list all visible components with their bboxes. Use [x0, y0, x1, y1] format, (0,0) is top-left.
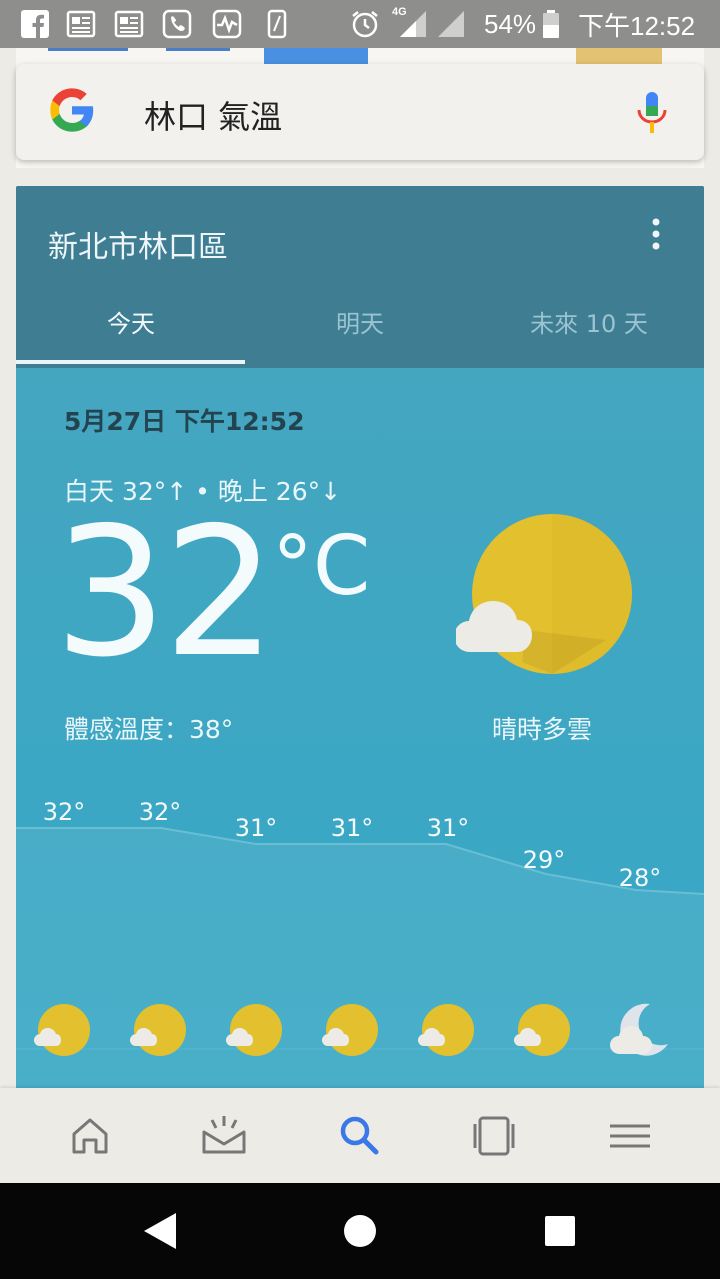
partly-cloudy-sun-icon [322, 1004, 378, 1056]
search-query[interactable]: 林口 氣溫 [144, 92, 282, 138]
location-title: 新北市林口區 [48, 230, 228, 265]
weather-card-header: 新北市林口區 今天 明天 未來 10 天 [16, 186, 704, 368]
home-icon[interactable] [66, 1112, 114, 1160]
system-navigation-bar [0, 1183, 720, 1279]
search-bar[interactable]: 林口 氣溫 [16, 64, 704, 160]
signal-icon [400, 11, 426, 37]
battery-percent: 54% [484, 0, 536, 48]
partly-cloudy-sun-icon [130, 1004, 186, 1056]
microphone-icon[interactable] [634, 90, 670, 136]
updates-icon[interactable] [200, 1112, 248, 1160]
partly-cloudy-sun-icon [226, 1004, 282, 1056]
hour-temp: 31° [426, 814, 470, 842]
more-options-icon[interactable] [646, 216, 666, 256]
hour-temp: 32° [138, 798, 182, 826]
clock-text: 下午12:52 [578, 10, 696, 41]
back-icon[interactable] [140, 1211, 180, 1251]
partly-cloudy-sun-icon [514, 1004, 570, 1056]
hour-temp: 31° [234, 814, 278, 842]
alarm-icon [352, 11, 378, 38]
menu-icon[interactable] [606, 1112, 654, 1160]
news-icon [66, 10, 96, 38]
tab-tomorrow[interactable]: 明天 [246, 304, 474, 339]
partly-cloudy-moon-icon [610, 1003, 668, 1056]
battery-icon [543, 10, 559, 38]
phone-icon [267, 9, 287, 39]
tabs-icon[interactable] [470, 1112, 518, 1160]
hour-temp: 28° [618, 864, 662, 892]
feels-like: 體感溫度：38° [64, 715, 234, 744]
tab-today[interactable]: 今天 [17, 304, 245, 339]
partly-cloudy-sun-icon [34, 1004, 90, 1056]
status-bar: 4G 54% 下午12:52 [0, 0, 720, 48]
bottom-app-nav [0, 1088, 720, 1183]
facebook-icon [21, 10, 49, 39]
news-icon [114, 10, 144, 38]
signal-icon [438, 11, 464, 37]
active-tab-indicator [16, 360, 245, 364]
weather-datetime: 5月27日 下午12:52 [64, 407, 305, 436]
google-logo-icon [50, 88, 94, 132]
hour-temp: 31° [330, 814, 374, 842]
home-button-icon[interactable] [340, 1211, 380, 1251]
weather-condition: 晴時多雲 [491, 715, 592, 744]
battery-percent-text: 54% [484, 8, 537, 39]
recent-apps-icon[interactable] [540, 1211, 580, 1251]
clock: 下午12:52 [578, 0, 695, 48]
temperature-unit: °C [272, 519, 371, 614]
hour-temp: 32° [42, 798, 86, 826]
current-temperature: 32 [54, 489, 276, 696]
pulse-icon [212, 9, 242, 39]
weather-card: 新北市林口區 今天 明天 未來 10 天 5月27日 下午12:52 白天 32… [16, 186, 704, 1106]
search-icon[interactable] [336, 1112, 384, 1160]
tab-10-days[interactable]: 未來 10 天 [475, 304, 703, 339]
phone-settings-icon [162, 9, 192, 39]
hour-temp: 29° [522, 846, 566, 874]
partly-cloudy-sun-icon [418, 1004, 474, 1056]
partly-cloudy-sun-icon [456, 514, 632, 674]
